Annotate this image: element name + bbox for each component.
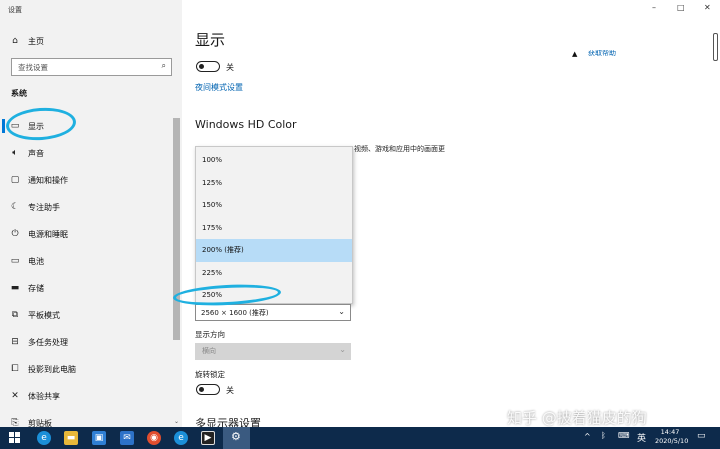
taskbar-active-app[interactable]: ⚙ [223,427,250,449]
scroll-down-icon[interactable]: ⌄ [174,418,179,425]
tablet-icon: ⧉ [11,310,19,320]
night-light-state: 关 [226,63,234,72]
sidebar-item-clipboard[interactable]: ⎘ 剪贴板 [0,410,182,427]
page-title: 显示 [195,31,226,49]
home-icon: ⌂ [12,36,18,46]
maximize-button[interactable]: □ [677,3,685,12]
resolution-dropdown[interactable]: 2560 × 1600 (推荐) ⌄ [195,304,351,321]
sidebar-item-label: 体验共享 [28,391,60,401]
scale-option[interactable]: 175% [196,217,352,240]
sidebar-item-multitasking[interactable]: ⊟ 多任务处理 [0,329,182,355]
sidebar-item-label: 存储 [28,283,44,293]
sidebar-item-label: 通知和操作 [28,175,68,185]
search-icon: ⌕ [161,61,166,70]
rotation-lock-state: 关 [226,386,234,395]
orientation-value: 横向 [202,347,216,355]
chevron-up-icon[interactable]: ^ [584,432,591,441]
taskbar: e ▬ ▣ ✉ ◉ e ▶ ⚙ ^ ᛒ ⌨ 英 14:47 2020/5/10 … [0,427,720,449]
multi-display-heading: 多显示器设置 [195,417,261,427]
scale-option[interactable]: 225% [196,262,352,285]
bluetooth-icon[interactable]: ᛒ [601,431,606,440]
action-center-icon[interactable]: ▭ [697,431,706,441]
store-icon[interactable]: ▣ [92,431,106,445]
storage-icon: ▬ [10,283,20,293]
rotation-lock-toggle[interactable] [196,384,220,395]
clipboard-icon: ⎘ [11,418,19,427]
sidebar-item-home[interactable]: ⌂ 主页 [0,28,182,54]
edge-icon[interactable]: e [37,431,51,445]
sidebar-item-shared-experiences[interactable]: ✕ 体验共享 [0,383,182,409]
scale-option[interactable]: 125% [196,172,352,195]
scale-option[interactable]: 150% [196,194,352,217]
minimize-button[interactable]: – [652,3,656,12]
scale-option-selected[interactable]: 200% (推荐) [196,239,352,262]
app-title: 设置 [8,6,22,14]
sidebar-item-sound[interactable]: 🔈︎ 声音 [0,140,182,166]
resolution-value: 2560 × 1600 (推荐) [201,309,269,317]
settings-sidebar: 设置 ⌂ 主页 查找设置 ⌕ 系统 ▭ 显示 🔈︎ 声音 ▢ 通知和操作 ☾ 专… [0,0,182,427]
hdr-description: 视频、游戏和应用中的画面更 [354,145,445,153]
sidebar-item-label: 电池 [28,256,44,266]
sidebar-item-focus-assist[interactable]: ☾ 专注助手 [0,194,182,220]
watermark: 知乎 @披着猫皮的狗 [507,409,647,427]
media-player-icon[interactable]: ▶ [201,431,215,445]
sidebar-item-label: 声音 [28,148,44,158]
sidebar-item-label: 电源和睡眠 [28,229,68,239]
start-button[interactable] [9,432,20,443]
sidebar-section-title: 系统 [11,89,27,98]
file-explorer-icon[interactable]: ▬ [64,431,78,445]
close-button[interactable]: ✕ [704,3,711,12]
page-scrollbar[interactable] [713,33,718,61]
search-input[interactable]: 查找设置 ⌕ [11,58,172,76]
sidebar-item-tablet[interactable]: ⧉ 平板模式 [0,302,182,328]
sidebar-item-battery[interactable]: ▭ 电池 [0,248,182,274]
power-icon: ⏻ [11,229,19,239]
multitask-icon: ⊟ [11,337,19,347]
sidebar-scrollbar[interactable] [173,118,180,340]
clock[interactable]: 14:47 2020/5/10 [655,428,689,446]
rotation-lock-label: 旋转锁定 [195,370,225,379]
gear-icon: ⚙ [231,430,241,443]
night-light-toggle[interactable] [196,61,220,72]
display-settings-page: – □ ✕ 显示 ▲ 获取帮助 关 夜间模式设置 Windows HD Colo… [182,0,720,427]
keyboard-icon[interactable]: ⌨ [618,431,630,440]
edge-icon[interactable]: e [174,431,188,445]
help-icon: ▲ [572,50,578,58]
sidebar-item-power[interactable]: ⏻ 电源和睡眠 [0,221,182,247]
sidebar-item-notifications[interactable]: ▢ 通知和操作 [0,167,182,193]
music-icon[interactable]: ◉ [147,431,161,445]
chevron-down-icon: ⌄ [338,307,345,316]
project-icon: ⧠ [11,364,19,374]
sidebar-item-label: 剪贴板 [28,418,52,428]
scale-option[interactable]: 100% [196,149,352,172]
sidebar-item-label: 投影到此电脑 [28,364,76,374]
orientation-label: 显示方向 [195,330,225,339]
moon-icon: ☾ [10,202,20,212]
date: 2020/5/10 [655,437,689,445]
speaker-icon: 🔈︎ [12,148,18,158]
night-light-settings-link[interactable]: 夜间模式设置 [195,82,243,93]
sidebar-item-label: 平板模式 [28,310,60,320]
mail-icon[interactable]: ✉ [120,431,134,445]
share-icon: ✕ [11,391,19,401]
sidebar-item-projecting[interactable]: ⧠ 投影到此电脑 [0,356,182,382]
sidebar-item-storage[interactable]: ▬ 存储 [0,275,182,301]
chevron-down-icon: ⌄ [339,345,346,354]
scale-dropdown-list[interactable]: 100% 125% 150% 175% 200% (推荐) 225% 250% [195,146,353,304]
input-language[interactable]: 英 [637,431,646,444]
sidebar-item-label: 多任务处理 [28,337,68,347]
search-placeholder: 查找设置 [18,63,48,72]
sidebar-home-label: 主页 [28,36,44,46]
notification-icon: ▢ [10,175,20,185]
battery-icon: ▭ [10,256,20,266]
hdr-heading: Windows HD Color [195,118,297,131]
orientation-dropdown[interactable]: 横向 ⌄ [195,343,351,360]
time: 14:47 [660,428,680,436]
get-help-link[interactable]: 获取帮助 [588,50,616,58]
sidebar-item-label: 专注助手 [28,202,60,212]
